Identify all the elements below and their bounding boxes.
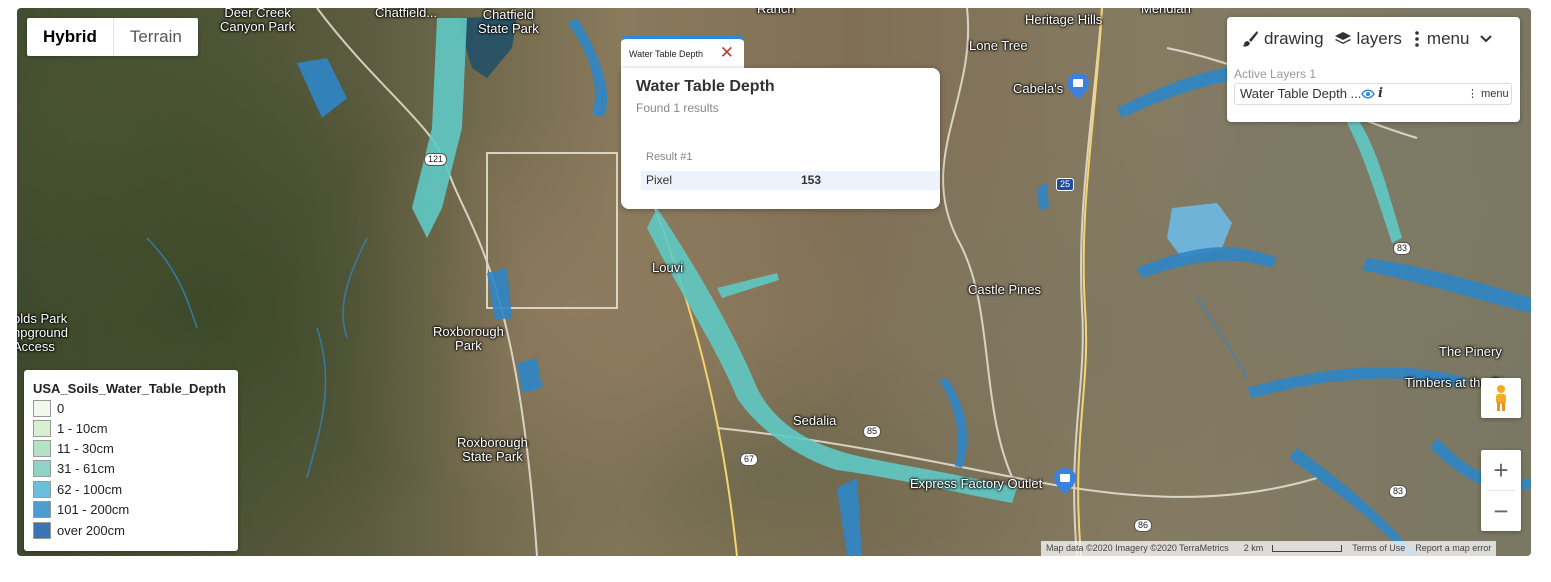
legend-label: 0 [57, 401, 65, 416]
layer-menu-label: menu [1481, 88, 1509, 100]
kebab-icon [1415, 31, 1419, 47]
place-heritage-hills: Heritage Hills [1025, 12, 1103, 27]
terms-link[interactable]: Terms of Use [1347, 541, 1410, 556]
close-icon[interactable]: ✕ [720, 43, 734, 63]
legend-label: 62 - 100cm [57, 482, 123, 497]
scale-label: 2 km [1243, 543, 1264, 553]
route-shield: 86 [1134, 519, 1153, 532]
legend-swatch [33, 481, 51, 498]
place-louviers: Louvi [652, 260, 684, 275]
legend-swatch [33, 440, 51, 457]
legend-entry: 62 - 100cm [33, 480, 122, 499]
layers-button[interactable]: layers [1334, 29, 1402, 49]
pegman-icon [1496, 385, 1506, 411]
chevron-down-icon [1480, 35, 1493, 43]
popup-title: Water Table Depth [636, 78, 775, 95]
shopping-pin-icon[interactable] [1067, 73, 1089, 99]
popup-tab-label: Water Table Depth [629, 48, 704, 59]
place-chatfield-left: Chatfield... [375, 8, 438, 20]
map-data-attribution: Map data ©2020 Imagery ©2020 TerraMetric… [1046, 543, 1229, 553]
layer-name: Water Table Depth ... [1240, 86, 1362, 101]
place-meridian: Meridian [1141, 8, 1191, 16]
active-layers-label: Active Layers 1 [1234, 67, 1317, 81]
legend-entry: 1 - 10cm [33, 419, 108, 438]
scale-control[interactable]: 2 km [1234, 541, 1348, 556]
legend-entry: 0 [33, 399, 64, 418]
place-sedalia: Sedalia [793, 413, 837, 428]
place-cabelas: Cabela's [1013, 81, 1064, 96]
legend-swatch [33, 522, 51, 539]
layers-icon [1334, 32, 1351, 44]
place-deer-creek: Deer Creek Canyon Park [220, 8, 296, 34]
route-shield: 67 [740, 453, 759, 466]
attribution-bar: Map data ©2020 Imagery ©2020 TerraMetric… [1041, 541, 1497, 556]
layer-menu-button[interactable]: ⋮ menu [1467, 84, 1509, 104]
legend-entry: 101 - 200cm [33, 500, 129, 519]
field-name: Pixel [646, 173, 673, 187]
map-type-control: Hybrid Terrain [27, 18, 198, 56]
legend-label: over 200cm [57, 523, 125, 538]
shopping-pin-icon[interactable] [1054, 468, 1076, 494]
layer-row[interactable]: Water Table Depth ... i ⋮ menu [1234, 83, 1512, 105]
legend-title: USA_Soils_Water_Table_Depth [33, 381, 226, 396]
legend-swatch [33, 460, 51, 477]
popup-tab[interactable]: Water Table Depth ✕ [621, 36, 744, 68]
place-ranch: Ranch [757, 8, 795, 16]
legend-entry: over 200cm [33, 521, 125, 540]
place-reynolds-park: olds Park npground Access [17, 311, 68, 354]
route-shield: 121 [424, 153, 448, 166]
zoom-in-button[interactable]: + [1481, 450, 1521, 490]
legend-label: 31 - 61cm [57, 461, 115, 476]
drawing-button[interactable]: drawing [1241, 29, 1324, 49]
field-value: 153 [801, 173, 822, 187]
popup-subtitle: Found 1 results [636, 101, 719, 115]
report-error-link[interactable]: Report a map error [1410, 541, 1496, 556]
route-shield: 83 [1393, 242, 1412, 255]
map-type-terrain[interactable]: Terrain [114, 18, 198, 56]
place-roxborough-park: Roxborough Park [433, 324, 504, 353]
route-shield: 85 [863, 425, 882, 438]
street-view-button[interactable] [1481, 378, 1521, 418]
result-label: Result #1 [646, 151, 693, 163]
legend-label: 1 - 10cm [57, 421, 108, 436]
zoom-out-button[interactable]: − [1481, 491, 1521, 531]
place-castle-pines: Castle Pines [968, 282, 1041, 297]
tool-panel: drawing layers menu Active Layers 1 Wate… [1227, 17, 1520, 122]
map-type-hybrid[interactable]: Hybrid [27, 18, 114, 56]
result-row: Pixel 153 [641, 171, 940, 190]
place-chatfield-state-park: Chatfield State Park [478, 8, 539, 36]
identify-popup: Water Table Depth Found 1 results Result… [621, 68, 940, 209]
menu-label: menu [1426, 29, 1470, 48]
legend-label: 101 - 200cm [57, 502, 130, 517]
info-icon[interactable]: i [1378, 84, 1383, 104]
place-the-pinery: The Pinery [1439, 344, 1502, 359]
legend-swatch [33, 420, 51, 437]
menu-button[interactable]: menu [1412, 29, 1499, 49]
place-roxborough-state-park: Roxborough State Park [457, 435, 528, 464]
place-lone-tree: Lone Tree [969, 38, 1028, 53]
layers-label: layers [1356, 29, 1402, 48]
legend-entry: 31 - 61cm [33, 459, 115, 478]
route-shield: 83 [1389, 485, 1408, 498]
zoom-control: + − [1481, 450, 1521, 531]
legend-swatch [33, 400, 51, 417]
legend-label: 11 - 30cm [57, 441, 114, 456]
brush-icon [1242, 31, 1258, 47]
place-express-factory-outlet: Express Factory Outlet [910, 476, 1043, 491]
interstate-shield: 25 [1056, 178, 1075, 191]
drawing-label: drawing [1264, 29, 1324, 48]
legend-entry: 11 - 30cm [33, 439, 114, 458]
eye-icon[interactable] [1361, 84, 1375, 104]
legend: USA_Soils_Water_Table_Depth 0 1 - 10cm 1… [24, 370, 238, 551]
legend-swatch [33, 501, 51, 518]
